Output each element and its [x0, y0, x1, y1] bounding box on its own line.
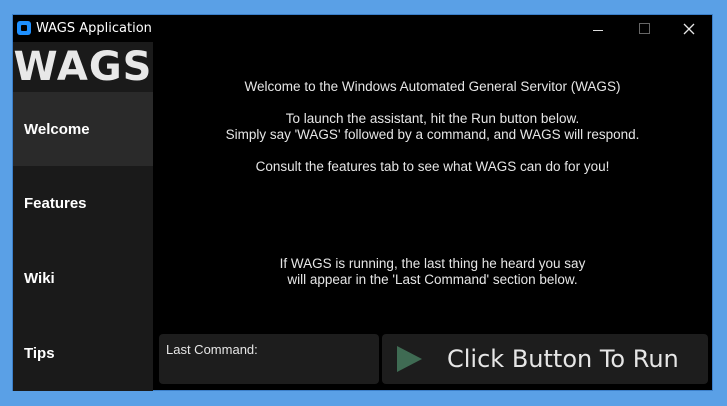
last-command-panel: Last Command: — [159, 334, 379, 384]
close-icon — [683, 23, 695, 34]
instruction-text: To launch the assistant, hit the Run but… — [285, 111, 580, 126]
logo: WAGS — [13, 42, 153, 92]
sidebar-item-label: Welcome — [24, 120, 90, 138]
title-bar[interactable]: WAGS Application — [13, 15, 712, 42]
welcome-heading: Welcome to the Windows Automated General… — [244, 79, 621, 94]
app-window: WAGS Application WAGS Welcome Features W… — [12, 14, 713, 391]
sidebar: WAGS Welcome Features Wiki Tips — [13, 42, 153, 391]
sidebar-item-label: Wiki — [24, 269, 55, 287]
minimize-button[interactable] — [575, 15, 621, 42]
last-command-label: Last Command: — [166, 342, 258, 357]
sidebar-item-label: Features — [24, 194, 87, 212]
instruction-text: Simply say 'WAGS' followed by a command,… — [225, 127, 640, 142]
maximize-icon — [638, 23, 650, 34]
play-icon — [397, 346, 422, 372]
window-title: WAGS Application — [36, 21, 152, 36]
maximize-button[interactable] — [621, 15, 667, 42]
features-hint: Consult the features tab to see what WAG… — [255, 159, 610, 174]
run-button[interactable]: Click Button To Run — [382, 334, 708, 384]
last-command-hint: will appear in the 'Last Command' sectio… — [287, 272, 578, 287]
main-content: Welcome to the Windows Automated General… — [153, 42, 712, 391]
sidebar-item-tips[interactable]: Tips — [13, 316, 153, 390]
close-button[interactable] — [666, 15, 712, 42]
run-button-label: Click Button To Run — [447, 345, 679, 373]
sidebar-item-features[interactable]: Features — [13, 166, 153, 240]
logo-text: WAGS — [13, 44, 153, 90]
app-icon — [17, 21, 31, 35]
sidebar-item-wiki[interactable]: Wiki — [13, 241, 153, 315]
last-command-hint: If WAGS is running, the last thing he he… — [279, 256, 586, 271]
minimize-icon — [593, 30, 603, 31]
sidebar-item-welcome[interactable]: Welcome — [13, 92, 153, 166]
sidebar-item-label: Tips — [24, 344, 55, 362]
